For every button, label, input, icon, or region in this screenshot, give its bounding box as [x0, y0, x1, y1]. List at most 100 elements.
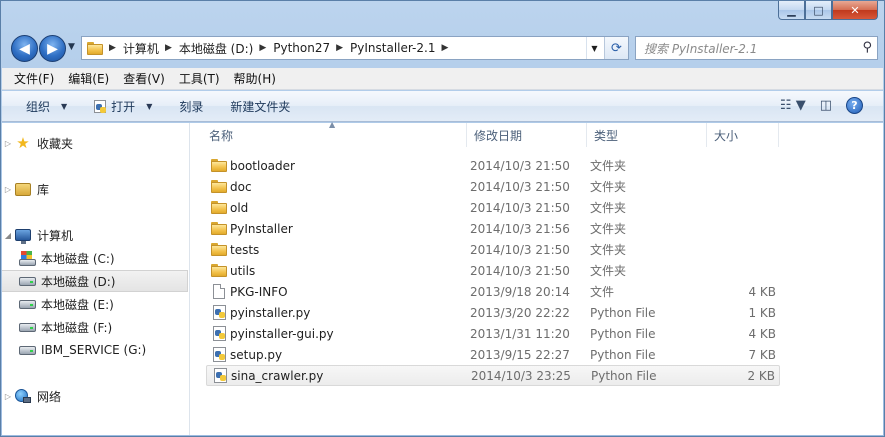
back-arrow-icon: ◀	[19, 40, 30, 57]
search-input[interactable]: 搜索 PyInstaller-2.1	[644, 40, 757, 57]
folder-icon	[208, 159, 230, 172]
nav-favorites[interactable]: ▷ ★ 收藏夹	[2, 132, 188, 154]
file-row[interactable]: bootloader 2014/10/3 21:50 文件夹	[206, 155, 780, 176]
file-row[interactable]: pyinstaller.py 2013/3/20 22:22 Python File…	[206, 302, 780, 323]
nav-drive-f[interactable]: 本地磁盘 (F:)	[2, 316, 188, 338]
recent-pages-dropdown[interactable]: ▼	[68, 42, 75, 52]
file-date: 2014/10/3 23:25	[471, 368, 571, 383]
search-icon[interactable]: ⚲	[862, 40, 872, 55]
address-bar[interactable]: ▶ 计算机 ▶ 本地磁盘 (D:) ▶ Python27 ▶ PyInstall…	[81, 36, 629, 60]
file-type: Python File	[590, 326, 656, 341]
column-size[interactable]: 大小	[707, 123, 779, 147]
file-size: 2 KB	[747, 368, 775, 383]
file-row[interactable]: utils 2014/10/3 21:50 文件夹	[206, 260, 780, 281]
nav-drive-g[interactable]: IBM_SERVICE (G:)	[2, 339, 188, 361]
breadcrumb-pyinstaller[interactable]: PyInstaller-2.1	[350, 41, 435, 55]
preview-pane-icon[interactable]: ◫	[820, 98, 832, 113]
breadcrumb-separator[interactable]: ▶	[259, 43, 266, 53]
nav-libraries-label: 库	[37, 182, 50, 197]
file-row[interactable]: sina_crawler.py 2014/10/3 23:25 Python Fil…	[206, 365, 780, 386]
column-name-label: 名称	[209, 128, 234, 143]
breadcrumb-separator[interactable]: ▶	[109, 43, 116, 53]
file-size: 7 KB	[748, 347, 776, 362]
star-icon: ★	[16, 134, 30, 152]
new-folder-button[interactable]: 新建文件夹	[230, 98, 290, 115]
network-icon	[15, 389, 31, 403]
organize-button[interactable]: 组织 ▼	[26, 98, 67, 115]
drive-icon	[18, 345, 36, 355]
file-row[interactable]: PKG-INFO 2013/9/18 20:14 文件 4 KB	[206, 281, 780, 302]
address-dropdown[interactable]: ▼	[586, 37, 602, 59]
column-type[interactable]: 类型	[587, 123, 707, 147]
breadcrumb-computer[interactable]: 计算机	[123, 40, 159, 57]
file-row[interactable]: doc 2014/10/3 21:50 文件夹	[206, 176, 780, 197]
column-name[interactable]: 名称	[202, 123, 467, 147]
expand-icon[interactable]: ▷	[2, 185, 14, 194]
file-list: ▲ 名称 修改日期 类型 大小 bootloader 2014/10/3 21:5…	[191, 120, 883, 435]
breadcrumb-separator[interactable]: ▶	[441, 43, 448, 53]
refresh-icon: ⟳	[611, 40, 622, 56]
burn-button[interactable]: 刻录	[179, 98, 203, 115]
maximize-button[interactable]: □	[805, 1, 832, 20]
file-name: utils	[230, 263, 256, 278]
navigation-pane: ▷ ★ 收藏夹 ▷ 库 ◢ 计算机 本地磁盘 (C:) 本地磁盘 (D:) 本地…	[2, 123, 190, 435]
file-type: 文件夹	[590, 243, 627, 257]
breadcrumb-python27[interactable]: Python27	[273, 41, 330, 55]
collapse-icon[interactable]: ◢	[2, 231, 14, 240]
python-file-icon	[208, 326, 230, 341]
menu-bar: 文件(F) 编辑(E) 查看(V) 工具(T) 帮助(H)	[2, 68, 883, 90]
chevron-down-icon: ▼	[591, 43, 598, 53]
breadcrumb-separator[interactable]: ▶	[165, 43, 172, 53]
refresh-button[interactable]: ⟳	[604, 37, 628, 59]
file-row[interactable]: old 2014/10/3 21:50 文件夹	[206, 197, 780, 218]
folder-icon	[208, 201, 230, 214]
menu-view[interactable]: 查看(V)	[123, 70, 165, 87]
forward-button[interactable]: ▶	[39, 35, 66, 62]
burn-label: 刻录	[179, 99, 204, 114]
computer-icon	[15, 229, 31, 244]
file-type: 文件夹	[590, 180, 627, 194]
command-bar: 组织 ▼ 打开 ▼ 刻录 新建文件夹 ☷ ▼ ◫ ?	[2, 91, 883, 122]
file-date: 2014/10/3 21:50	[470, 158, 570, 173]
nav-drive-d[interactable]: 本地磁盘 (D:)	[2, 270, 188, 292]
menu-edit[interactable]: 编辑(E)	[68, 70, 109, 87]
nav-drive-c[interactable]: 本地磁盘 (C:)	[2, 247, 188, 269]
open-button[interactable]: 打开 ▼	[94, 98, 152, 115]
file-row[interactable]: pyinstaller-gui.py 2013/1/31 11:20 Python …	[206, 323, 780, 344]
content-area: ▷ ★ 收藏夹 ▷ 库 ◢ 计算机 本地磁盘 (C:) 本地磁盘 (D:) 本地…	[2, 120, 883, 435]
file-date: 2013/9/18 20:14	[470, 284, 570, 299]
file-row[interactable]: setup.py 2013/9/15 22:27 Python File 7 KB	[206, 344, 780, 365]
file-row[interactable]: tests 2014/10/3 21:50 文件夹	[206, 239, 780, 260]
back-button[interactable]: ◀	[11, 35, 38, 62]
file-name: bootloader	[230, 158, 295, 173]
menu-tools[interactable]: 工具(T)	[179, 70, 220, 87]
minimize-button[interactable]: ▁	[778, 1, 805, 20]
column-date[interactable]: 修改日期	[467, 123, 587, 147]
view-options-icon[interactable]: ☷ ▼	[780, 98, 806, 113]
file-date: 2013/1/31 11:20	[470, 326, 570, 341]
nav-computer[interactable]: ◢ 计算机	[2, 224, 188, 246]
menu-help[interactable]: 帮助(H)	[234, 70, 276, 87]
file-date: 2014/10/3 21:50	[470, 179, 570, 194]
file-date: 2014/10/3 21:56	[470, 221, 570, 236]
search-box[interactable]: 搜索 PyInstaller-2.1 ⚲	[635, 36, 878, 60]
file-date: 2013/3/20 22:22	[470, 305, 570, 320]
menu-file[interactable]: 文件(F)	[14, 70, 54, 87]
breadcrumb-separator[interactable]: ▶	[336, 43, 343, 53]
file-name: setup.py	[230, 347, 283, 362]
expand-icon[interactable]: ▷	[2, 139, 14, 148]
nav-libraries[interactable]: ▷ 库	[2, 178, 188, 200]
breadcrumb-drive-d[interactable]: 本地磁盘 (D:)	[179, 40, 253, 57]
nav-network[interactable]: ▷ 网络	[2, 385, 188, 407]
column-size-label: 大小	[714, 128, 739, 143]
close-button[interactable]: ✕	[832, 1, 878, 20]
file-date: 2014/10/3 21:50	[470, 242, 570, 257]
file-date: 2014/10/3 21:50	[470, 200, 570, 215]
expand-icon[interactable]: ▷	[2, 392, 14, 401]
navigation-row: ◀ ▶ ▼ ▶ 计算机 ▶ 本地磁盘 (D:) ▶ Python27 ▶ PyI…	[9, 33, 878, 63]
folder-icon	[208, 180, 230, 193]
file-row[interactable]: PyInstaller 2014/10/3 21:56 文件夹	[206, 218, 780, 239]
help-icon[interactable]: ?	[846, 97, 863, 114]
forward-arrow-icon: ▶	[47, 40, 58, 57]
nav-drive-e[interactable]: 本地磁盘 (E:)	[2, 293, 188, 315]
